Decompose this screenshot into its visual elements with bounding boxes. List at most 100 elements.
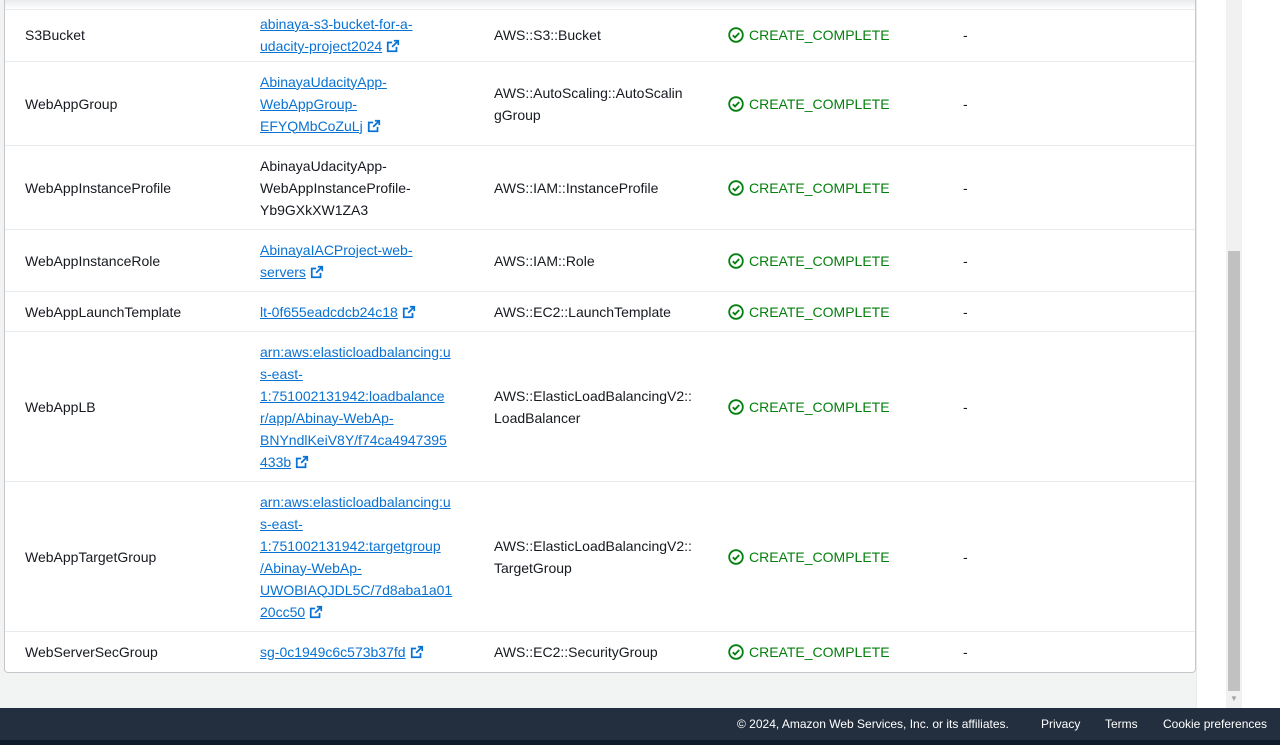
physical-id-link[interactable]: 20cc50	[260, 604, 305, 620]
logical-id-cell: WebAppLaunchTemplate	[25, 292, 245, 331]
footer-terms-link[interactable]: Terms	[1105, 717, 1138, 731]
scrollbar-thumb[interactable]	[1228, 251, 1240, 691]
status-reason: -	[963, 27, 968, 43]
status-reason-cell: -	[963, 332, 1023, 481]
status-cell: CREATE_COMPLETE	[728, 332, 948, 481]
resource-type: AWS::ElasticLoadBalancingV2::	[494, 537, 692, 554]
physical-id-link[interactable]: UWOBIAQJDL5C/7d8aba1a01	[260, 582, 452, 598]
table-row: WebAppInstanceRole AbinayaIACProject-web-…	[5, 230, 1195, 292]
resource-type: gGroup	[494, 106, 541, 123]
physical-id-link[interactable]: abinaya-s3-bucket-for-a-	[260, 16, 413, 32]
physical-id-cell: arn:aws:elasticloadbalancing:u s-east- 1:7…	[260, 332, 460, 481]
logical-id-cell: WebAppInstanceProfile	[25, 146, 245, 229]
logical-id-cell: WebAppLB	[25, 332, 245, 481]
footer-cookie-preferences-link[interactable]: Cookie preferences	[1163, 717, 1267, 731]
external-link-icon[interactable]	[410, 645, 424, 659]
status-reason-cell: -	[963, 632, 1023, 672]
status-reason: -	[963, 252, 968, 269]
physical-id-link[interactable]: AbinayaIACProject-web-	[260, 242, 413, 258]
external-link-icon[interactable]	[367, 119, 381, 133]
resource-type-cell: AWS::ElasticLoadBalancingV2:: LoadBalance…	[494, 332, 694, 481]
status-cell: CREATE_COMPLETE	[728, 230, 948, 291]
resource-type: AWS::S3::Bucket	[494, 27, 601, 43]
status-success-icon	[728, 398, 744, 415]
physical-id-link[interactable]: arn:aws:elasticloadbalancing:u	[260, 344, 451, 360]
resource-type-cell: AWS::IAM::Role	[494, 230, 694, 291]
status-badge: CREATE_COMPLETE	[728, 641, 890, 663]
status-success-icon	[728, 179, 744, 196]
table-row: WebAppLaunchTemplate lt-0f655eadcdcb24c18…	[5, 292, 1195, 332]
resource-type: AWS::EC2::SecurityGroup	[494, 644, 658, 660]
status-success-icon	[728, 644, 744, 660]
external-link-icon[interactable]	[295, 455, 309, 469]
footer-privacy-link[interactable]: Privacy	[1041, 717, 1080, 731]
physical-id-cell: AbinayaIACProject-web-servers	[260, 230, 460, 291]
physical-id-link[interactable]: 433b	[260, 454, 291, 470]
physical-id-link[interactable]: arn:aws:elasticloadbalancing:u	[260, 494, 451, 510]
logical-id: WebAppInstanceProfile	[25, 179, 172, 196]
physical-id-link[interactable]: BNYndlKeiV8Y/f74ca4947395	[260, 432, 447, 448]
status-success-icon	[728, 95, 744, 112]
status-reason-cell: -	[963, 292, 1023, 331]
physical-id-link[interactable]: WebAppGroup-	[260, 96, 357, 112]
status-text: CREATE_COMPLETE	[749, 179, 890, 196]
physical-id-text: WebAppInstanceProfile-	[260, 179, 411, 196]
physical-id-link[interactable]: s-east-	[260, 366, 303, 382]
status-reason: -	[963, 644, 968, 660]
physical-id-cell: arn:aws:elasticloadbalancing:u s-east- 1:7…	[260, 482, 460, 631]
status-text: CREATE_COMPLETE	[749, 95, 890, 112]
resource-type-cell: AWS::ElasticLoadBalancingV2:: TargetGroup	[494, 482, 694, 631]
physical-id-link[interactable]: udacity-project2024	[260, 38, 382, 54]
status-badge: CREATE_COMPLETE	[728, 24, 890, 46]
status-reason-cell: -	[963, 9, 1023, 61]
status-reason: -	[963, 95, 968, 112]
status-reason-cell: -	[963, 230, 1023, 291]
logical-id: WebServerSecGroup	[25, 644, 158, 660]
logical-id-cell: WebServerSecGroup	[25, 632, 245, 672]
footer-bottom-bar	[0, 740, 1280, 745]
table-row: WebAppLB arn:aws:elasticloadbalancing:u s-…	[5, 332, 1195, 482]
status-badge: CREATE_COMPLETE	[728, 93, 890, 115]
status-success-icon	[728, 303, 744, 320]
physical-id-link[interactable]: sg-0c1949c6c573b37fd	[260, 644, 406, 660]
physical-id-cell: AbinayaUdacityApp- WebAppInstanceProfile-…	[260, 146, 460, 229]
status-badge: CREATE_COMPLETE	[728, 250, 890, 272]
status-text: CREATE_COMPLETE	[749, 27, 890, 43]
physical-id-link[interactable]: EFYQMbCoZuLj	[260, 118, 363, 134]
physical-id-link[interactable]: 1:751002131942:targetgroup	[260, 538, 441, 554]
resource-type-cell: AWS::EC2::LaunchTemplate	[494, 292, 694, 331]
external-link-icon[interactable]	[402, 305, 416, 319]
physical-id-text: Yb9GXkXW1ZA3	[260, 201, 369, 218]
status-reason-cell: -	[963, 146, 1023, 229]
logical-id: WebAppLaunchTemplate	[25, 303, 182, 320]
physical-id-link[interactable]: s-east-	[260, 516, 303, 532]
table-row: WebAppInstanceProfile AbinayaUdacityApp- W…	[5, 146, 1195, 230]
resources-table: S3Bucket abinaya-s3-bucket-for-a-udacity-…	[4, 0, 1196, 673]
logical-id-cell: WebAppTargetGroup	[25, 482, 245, 631]
status-cell: CREATE_COMPLETE	[728, 482, 948, 631]
physical-id-link[interactable]: AbinayaUdacityApp-	[260, 74, 387, 90]
physical-id-link[interactable]: lt-0f655eadcdcb24c18	[260, 304, 398, 320]
logical-id-cell: S3Bucket	[25, 9, 245, 61]
status-reason: -	[963, 398, 968, 415]
resource-type-cell: AWS::AutoScaling::AutoScalingGroup	[494, 62, 694, 145]
logical-id: WebAppGroup	[25, 95, 118, 112]
logical-id-cell: WebAppInstanceRole	[25, 230, 245, 291]
external-link-icon[interactable]	[309, 605, 323, 619]
logical-id: WebAppInstanceRole	[25, 252, 161, 269]
physical-id-cell: lt-0f655eadcdcb24c18	[260, 292, 460, 331]
physical-id-link[interactable]: servers	[260, 264, 306, 280]
external-link-icon[interactable]	[386, 39, 400, 53]
physical-id-link[interactable]: r/app/Abinay-WebAp-	[260, 410, 394, 426]
physical-id-link[interactable]: 1:751002131942:loadbalance	[260, 388, 445, 404]
scroll-down-arrow-icon[interactable]: ▼	[1229, 694, 1239, 704]
logical-id-cell: WebAppGroup	[25, 62, 245, 145]
status-text: CREATE_COMPLETE	[749, 252, 890, 269]
external-link-icon[interactable]	[310, 265, 324, 279]
status-badge: CREATE_COMPLETE	[728, 546, 890, 568]
status-success-icon	[728, 27, 744, 43]
resource-type: LoadBalancer	[494, 409, 581, 426]
physical-id-link[interactable]: /Abinay-WebAp-	[260, 560, 362, 576]
resource-type: AWS::AutoScaling::AutoScalin	[494, 84, 683, 101]
footer-copyright: © 2024, Amazon Web Services, Inc. or its…	[737, 717, 1009, 731]
